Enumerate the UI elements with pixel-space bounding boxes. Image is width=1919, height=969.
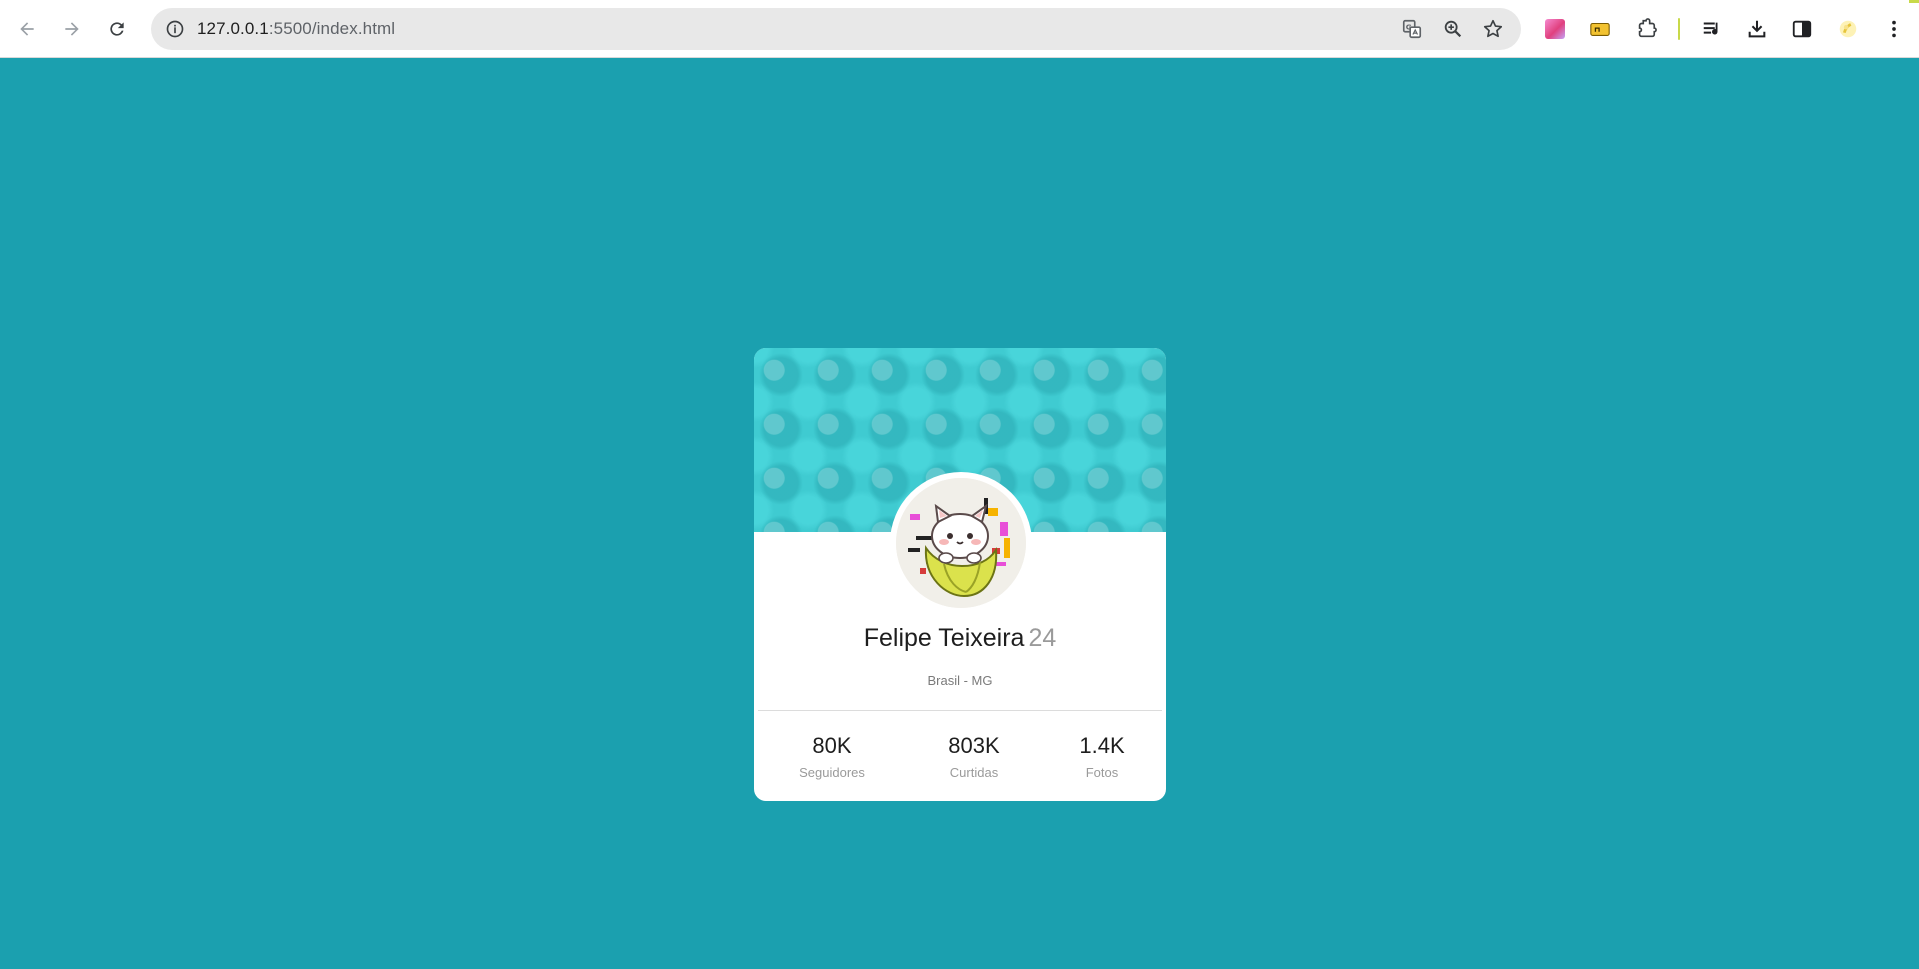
stat-likes: 803K Curtidas — [914, 733, 1034, 780]
side-panel-icon[interactable] — [1788, 15, 1816, 43]
puzzle-icon[interactable] — [1632, 15, 1660, 43]
url-text[interactable]: 127.0.0.1:5500/index.html — [197, 19, 395, 39]
reload-button[interactable] — [100, 12, 134, 46]
back-button[interactable] — [10, 12, 44, 46]
profile-name-line: Felipe Teixeira 24 — [754, 624, 1166, 653]
stat-label: Curtidas — [949, 765, 999, 780]
avatar — [896, 478, 1026, 608]
avatar-frame — [890, 472, 1032, 614]
window-accent — [1909, 0, 1919, 3]
toolbar-divider — [1678, 18, 1680, 40]
star-icon[interactable] — [1481, 17, 1505, 41]
profile-card: Felipe Teixeira 24 Brasil - MG 80K Seguid… — [754, 348, 1166, 801]
stat-photos: 1.4K Fotos — [1042, 733, 1162, 780]
forward-arrow-icon — [65, 22, 79, 36]
url-host: 127.0.0.1 — [197, 19, 269, 38]
gradient-extension-icon[interactable] — [1541, 15, 1569, 43]
zoom-icon[interactable] — [1441, 17, 1465, 41]
avatar-extension-icon[interactable] — [1834, 15, 1862, 43]
browser-toolbar: 127.0.0.1:5500/index.html G — [0, 0, 1919, 58]
stat-followers: 80K Seguidores — [772, 733, 892, 780]
stat-label: Fotos — [1085, 765, 1119, 780]
kebab-menu-icon[interactable] — [1880, 15, 1908, 43]
folder-extension-icon[interactable] — [1586, 15, 1614, 43]
media-queue-icon[interactable] — [1698, 15, 1726, 43]
stat-value: 80K — [812, 733, 852, 758]
info-icon[interactable] — [163, 17, 187, 41]
reload-icon — [110, 22, 124, 36]
bananya-cat-avatar — [896, 478, 1026, 608]
stat-value: 803K — [948, 733, 1000, 758]
forward-button[interactable] — [55, 12, 89, 46]
stats-divider — [758, 710, 1162, 711]
page-viewport: Felipe Teixeira 24 Brasil - MG 80K Seguid… — [0, 59, 1919, 969]
profile-location: Brasil - MG — [927, 673, 993, 688]
address-bar[interactable]: 127.0.0.1:5500/index.html G — [151, 8, 1521, 50]
download-icon[interactable] — [1743, 15, 1771, 43]
profile-name: Felipe Teixeira — [863, 624, 1025, 652]
profile-age: 24 — [1028, 624, 1057, 652]
back-arrow-icon — [20, 22, 34, 36]
stat-label: Seguidores — [799, 765, 865, 780]
stat-value: 1.4K — [1079, 733, 1125, 758]
translate-icon[interactable]: G — [1400, 17, 1424, 41]
url-path: :5500/index.html — [268, 19, 396, 38]
